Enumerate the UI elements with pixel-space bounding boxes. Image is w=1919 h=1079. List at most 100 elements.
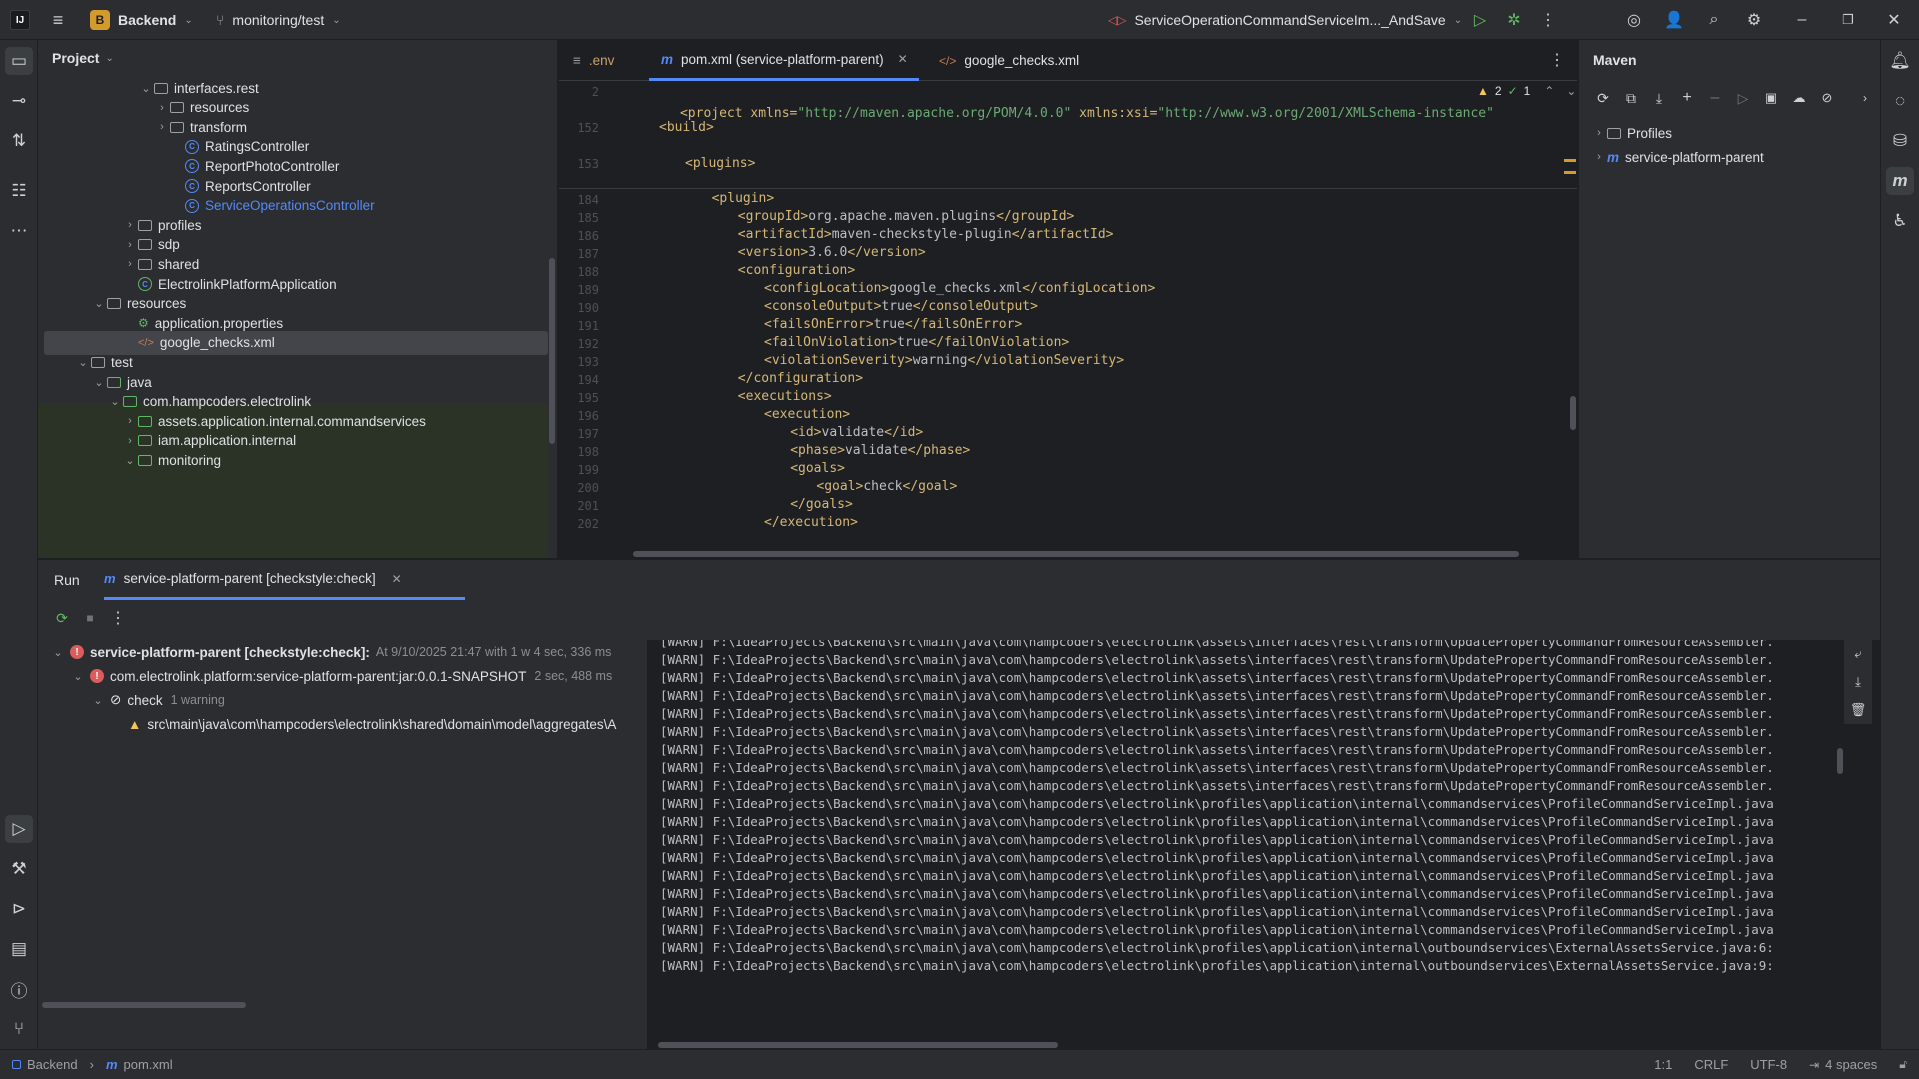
reload-icon[interactable]: ⟳: [1589, 84, 1617, 112]
run-maven-icon[interactable]: ▷: [1729, 84, 1757, 112]
chevron-right-icon[interactable]: ›: [122, 258, 138, 270]
chevron-down-icon[interactable]: ⌄: [107, 395, 123, 408]
line-separator[interactable]: CRLF: [1694, 1057, 1728, 1072]
commit-icon[interactable]: ⊸: [5, 87, 33, 115]
run-tree-scrollbar[interactable]: [42, 1002, 246, 1008]
services-icon[interactable]: ⊳: [5, 895, 33, 923]
tabs-more-icon[interactable]: ⋮: [1543, 46, 1571, 74]
tab-pom-xml[interactable]: m pom.xml (service-platform-parent) ✕: [649, 40, 919, 81]
run-panel-title[interactable]: Run: [54, 572, 80, 588]
chevron-right-icon[interactable]: ›: [154, 102, 170, 114]
more-actions-icon[interactable]: ⋮: [1534, 6, 1562, 34]
warning-marker[interactable]: [1564, 159, 1576, 162]
stop-icon[interactable]: ■: [76, 604, 104, 632]
debug-button[interactable]: ✲: [1500, 6, 1528, 34]
branch-selector[interactable]: ⑂ monitoring/test ⌄: [216, 8, 341, 32]
warning-marker[interactable]: [1564, 171, 1576, 174]
minimize-button[interactable]: –: [1788, 6, 1816, 34]
code-line[interactable]: <build>: [659, 117, 714, 139]
run-tree-root[interactable]: ⌄ ! service-platform-parent [checkstyle:…: [50, 640, 611, 664]
project-scrollbar[interactable]: [549, 258, 555, 444]
tree-item[interactable]: ⌄ monitoring: [122, 448, 221, 472]
run-tool-icon[interactable]: ▷: [5, 815, 33, 843]
add-user-icon[interactable]: 👤: [1660, 6, 1688, 34]
chevron-up-icon[interactable]: ⌃: [1544, 84, 1554, 98]
run-tab[interactable]: m service-platform-parent [checkstyle:ch…: [104, 560, 465, 600]
maven-tool-icon[interactable]: m: [1886, 167, 1914, 195]
structure-icon[interactable]: ☷: [5, 177, 33, 205]
code-line[interactable]: <project xmlns="http://maven.apache.org/…: [633, 81, 1494, 121]
run-tree-warning[interactable]: ▲ src\main\java\com\hampcoders\electroli…: [128, 712, 616, 736]
code-line[interactable]: <plugins>: [685, 153, 755, 175]
caret-position[interactable]: 1:1: [1654, 1057, 1672, 1072]
indent-setting[interactable]: ⇥ 4 spaces: [1809, 1057, 1877, 1072]
breadcrumb-project[interactable]: Backend: [27, 1057, 78, 1072]
rerun-icon[interactable]: ⟳: [48, 604, 76, 632]
close-tab-icon[interactable]: ✕: [392, 572, 402, 586]
file-encoding[interactable]: UTF-8: [1750, 1057, 1787, 1072]
remove-icon[interactable]: –: [1701, 84, 1729, 112]
ai-chat-icon[interactable]: ◌: [1886, 87, 1914, 115]
build-hammer-icon[interactable]: ⚒: [5, 855, 33, 883]
inspection-widget[interactable]: ▲ 2 ✓ 1 ⌃ ⌄: [1477, 84, 1576, 98]
run-button[interactable]: ▷: [1466, 6, 1494, 34]
more-actions-icon[interactable]: ⋮: [104, 604, 132, 632]
pull-requests-icon[interactable]: ⇅: [5, 127, 33, 155]
chevron-down-icon[interactable]: ⌄: [91, 297, 107, 310]
chevron-right-icon[interactable]: ›: [122, 415, 138, 427]
clear-trash-icon[interactable]: 🗑︎: [1844, 696, 1872, 724]
main-menu-icon[interactable]: ≡: [44, 6, 72, 34]
read-write-lock-icon[interactable]: 🔓︎: [1899, 1057, 1907, 1072]
tab-google-checks[interactable]: </> google_checks.xml: [939, 40, 1079, 81]
settings-gear-icon[interactable]: ⚙: [1740, 6, 1768, 34]
breadcrumb-file[interactable]: pom.xml: [124, 1057, 173, 1072]
project-panel-header[interactable]: Project ⌄: [52, 50, 114, 66]
app-logo[interactable]: IJ: [10, 10, 30, 30]
maven-profiles[interactable]: › Profiles: [1591, 121, 1672, 145]
notifications-bell-icon[interactable]: 🔔︎: [1886, 47, 1914, 75]
editor-vertical-scrollbar[interactable]: [1570, 396, 1576, 430]
close-tab-icon[interactable]: ✕: [898, 52, 908, 66]
console-scrollbar[interactable]: [1837, 748, 1843, 774]
chevron-right-icon[interactable]: ›: [1851, 84, 1879, 112]
close-window-button[interactable]: ✕: [1880, 6, 1908, 34]
console-output[interactable]: [WARN] F:\IdeaProjects\Backend\src\main\…: [648, 640, 1880, 1050]
more-tools-icon[interactable]: ⋯: [5, 217, 33, 245]
run-tree-module[interactable]: ⌄ ! com.electrolink.platform:service-pla…: [70, 664, 612, 688]
run-tree-check[interactable]: ⌄ ⊘ check 1 warning: [90, 688, 224, 712]
add-icon[interactable]: +: [1673, 84, 1701, 112]
git-icon[interactable]: ⑂: [5, 1015, 33, 1043]
scroll-to-end-icon[interactable]: ⤓: [1844, 668, 1872, 696]
maven-project[interactable]: › m service-platform-parent: [1591, 145, 1764, 169]
console-horizontal-scrollbar[interactable]: [658, 1042, 1058, 1048]
ai-assistant-icon[interactable]: ◎: [1620, 6, 1648, 34]
chevron-right-icon[interactable]: ›: [122, 219, 138, 231]
chevron-down-icon[interactable]: ⌄: [138, 82, 154, 95]
soft-wrap-icon[interactable]: ⤶: [1844, 640, 1872, 668]
tab-env[interactable]: ≡ .env: [573, 40, 614, 81]
download-icon[interactable]: ⤓: [1645, 84, 1673, 112]
chevron-right-icon[interactable]: ›: [154, 121, 170, 133]
chevron-down-icon[interactable]: ⌄: [122, 454, 138, 467]
maximize-button[interactable]: ❐: [1834, 6, 1862, 34]
accessibility-icon[interactable]: ♿︎: [1886, 207, 1914, 235]
problems-icon[interactable]: ⓘ: [5, 975, 33, 1003]
chevron-down-icon[interactable]: ⌄: [91, 376, 107, 389]
execute-goal-icon[interactable]: ▣: [1757, 84, 1785, 112]
run-config-selector[interactable]: ◁▷ ServiceOperationCommandServiceIm..._A…: [1108, 8, 1462, 32]
code-line[interactable]: </execution>: [764, 512, 858, 534]
chevron-right-icon[interactable]: ›: [122, 435, 138, 447]
offline-mode-icon[interactable]: ☁: [1785, 84, 1813, 112]
generate-sources-icon[interactable]: ⧉: [1617, 84, 1645, 112]
skip-tests-icon[interactable]: ⊘: [1813, 84, 1841, 112]
code-area[interactable]: 184 <plugin> 185 <groupId>org.apache.maven.…: [559, 189, 1577, 558]
chevron-down-icon[interactable]: ⌄: [1566, 84, 1576, 98]
chevron-down-icon[interactable]: ⌄: [75, 356, 91, 369]
project-selector[interactable]: B Backend ⌄: [90, 8, 193, 32]
editor-horizontal-scrollbar[interactable]: [633, 551, 1519, 557]
chevron-right-icon[interactable]: ›: [122, 239, 138, 251]
project-tool-folder-icon[interactable]: ▭: [5, 47, 33, 75]
search-icon[interactable]: ⌕: [1700, 6, 1728, 34]
terminal-icon[interactable]: ▤: [5, 935, 33, 963]
database-icon[interactable]: ⛁: [1886, 127, 1914, 155]
